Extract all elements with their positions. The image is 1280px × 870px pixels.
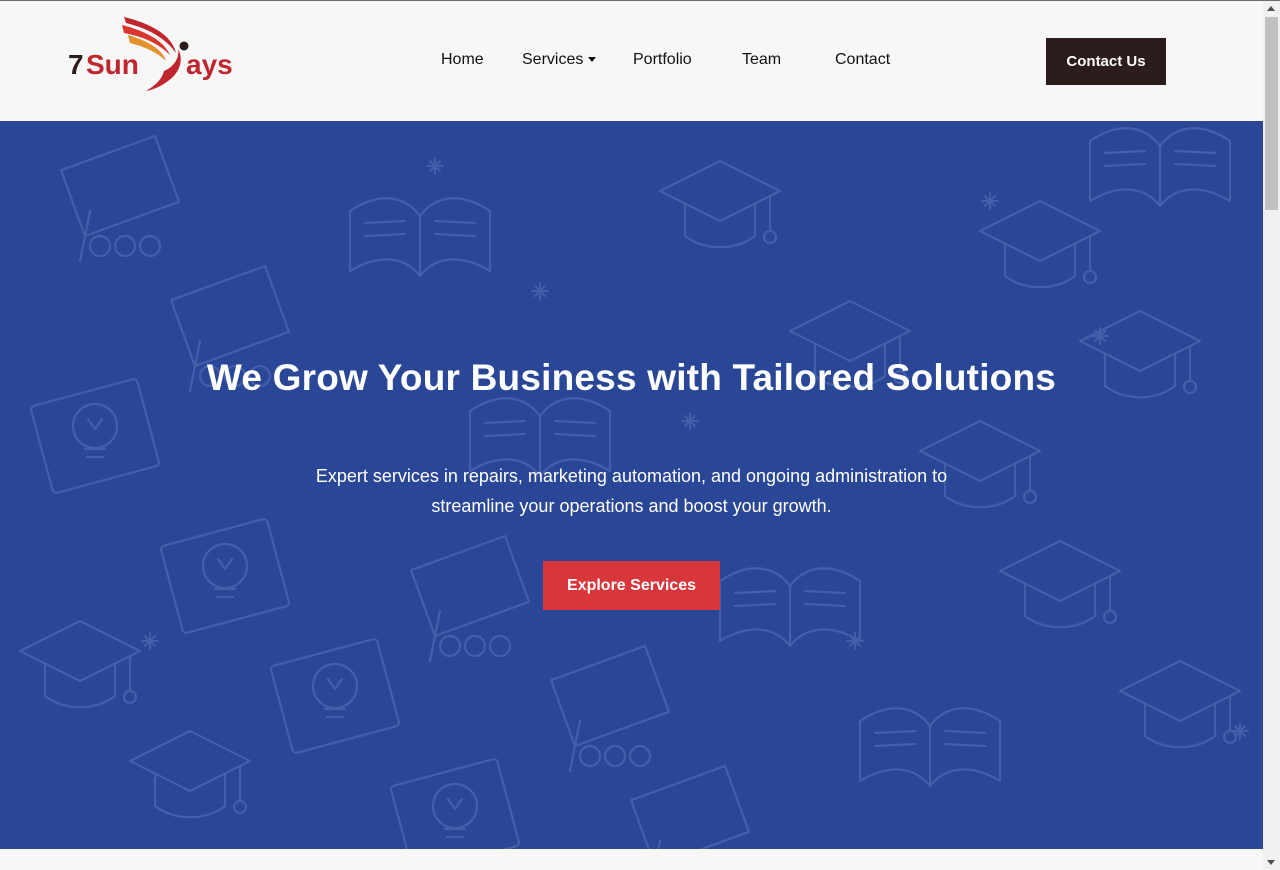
scroll-down-arrow-icon[interactable]: [1267, 860, 1275, 865]
caret-down-icon: [588, 57, 597, 63]
nav-team[interactable]: Team: [742, 49, 781, 71]
site-header: 7 Sun ays Home Services Portfolio Team C…: [0, 1, 1263, 121]
nav-portfolio[interactable]: Portfolio: [633, 49, 692, 71]
hero-title: We Grow Your Business with Tailored Solu…: [206, 357, 1057, 398]
logo-text-ays: ays: [186, 49, 233, 80]
page-scrollbar[interactable]: [1263, 1, 1280, 870]
logo-text-seven: 7: [68, 49, 84, 80]
contact-us-button[interactable]: Contact Us: [1046, 38, 1166, 85]
nav-services[interactable]: Services: [522, 49, 597, 71]
next-section-edge: [0, 849, 1263, 870]
brand-logo-mark: 7 Sun ays: [68, 17, 233, 91]
explore-services-button[interactable]: Explore Services: [543, 561, 720, 610]
nav-services-label: Services: [522, 51, 584, 68]
hero-section: We Grow Your Business with Tailored Solu…: [0, 121, 1263, 849]
nav-contact[interactable]: Contact: [835, 49, 890, 71]
logo-text-sun: Sun: [86, 49, 139, 80]
nav-home[interactable]: Home: [441, 49, 484, 71]
hero-subtitle: Expert services in repairs, marketing au…: [315, 466, 948, 516]
scroll-up-arrow-icon[interactable]: [1267, 6, 1275, 11]
brand-logo[interactable]: 7 Sun ays: [66, 13, 242, 95]
scrollbar-thumb[interactable]: [1265, 17, 1278, 210]
